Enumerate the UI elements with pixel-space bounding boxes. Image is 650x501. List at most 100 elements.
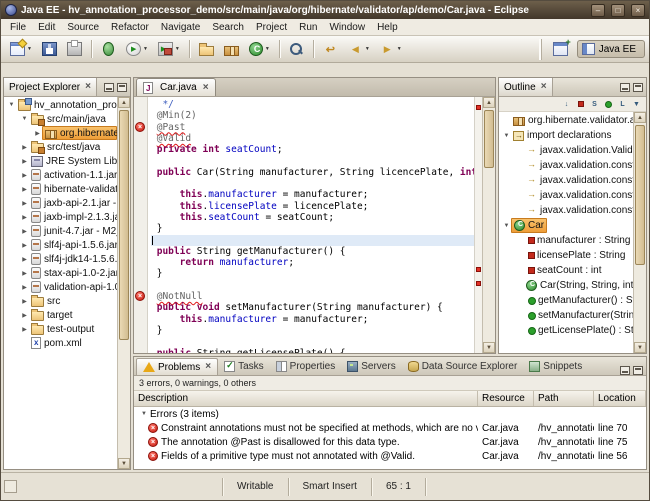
new-package-button[interactable] bbox=[220, 39, 243, 60]
outline-item[interactable]: manufacturer : String bbox=[499, 233, 633, 248]
scrollbar-thumb[interactable] bbox=[484, 110, 494, 168]
java-ee-perspective-button[interactable]: Java EE bbox=[577, 40, 645, 58]
print-button[interactable] bbox=[63, 39, 86, 60]
minimize-button[interactable]: – bbox=[591, 4, 605, 17]
menu-item-search[interactable]: Search bbox=[206, 21, 250, 34]
minimize-view-icon[interactable] bbox=[620, 366, 630, 375]
outline-item[interactable]: javax.validation.constr bbox=[499, 158, 633, 173]
problems-row[interactable]: ×The annotation @Past is disallowed for … bbox=[134, 435, 646, 449]
project-explorer-item[interactable]: ▶junit-4.7.jar - M2_REPO bbox=[4, 224, 117, 238]
menu-item-project[interactable]: Project bbox=[250, 21, 293, 34]
expander-icon[interactable]: ▼ bbox=[7, 102, 16, 108]
error-overview-mark[interactable] bbox=[476, 267, 481, 272]
close-view-icon[interactable] bbox=[85, 82, 91, 92]
code-line[interactable]: @Valid bbox=[151, 133, 474, 144]
menu-item-source[interactable]: Source bbox=[61, 21, 105, 34]
tab-properties[interactable]: Properties bbox=[270, 358, 342, 375]
hide-fields-button[interactable] bbox=[574, 98, 587, 110]
scroll-up-icon[interactable]: ▲ bbox=[483, 97, 495, 108]
tab-problems[interactable]: Problems bbox=[136, 358, 218, 375]
menu-item-refactor[interactable]: Refactor bbox=[105, 21, 155, 34]
run-button[interactable]: ▼ bbox=[122, 39, 152, 60]
close-view-icon[interactable] bbox=[205, 362, 211, 372]
code-line[interactable] bbox=[151, 336, 474, 347]
error-overview-mark[interactable] bbox=[476, 105, 481, 110]
close-view-icon[interactable] bbox=[541, 82, 547, 92]
project-explorer-item[interactable]: pom.xml bbox=[4, 336, 117, 350]
project-explorer-tab[interactable]: Project Explorer bbox=[4, 78, 97, 96]
code-line[interactable]: } bbox=[151, 223, 474, 234]
expander-icon[interactable]: ▶ bbox=[20, 242, 29, 249]
search-button[interactable] bbox=[285, 39, 308, 60]
code-line[interactable] bbox=[151, 155, 474, 166]
expander-icon[interactable]: ▶ bbox=[20, 298, 29, 305]
code-line[interactable] bbox=[151, 280, 474, 291]
maximize-view-icon[interactable] bbox=[633, 83, 643, 92]
expander-icon[interactable]: ▼ bbox=[138, 411, 150, 417]
project-explorer-item[interactable]: ▶target bbox=[4, 308, 117, 322]
outline-item[interactable]: ▼import declarations bbox=[499, 128, 633, 143]
titlebar[interactable]: Java EE - hv_annotation_processor_demo/s… bbox=[1, 1, 649, 19]
code-line[interactable]: @Past bbox=[151, 122, 474, 133]
code-line[interactable]: return manufacturer; bbox=[151, 257, 474, 268]
outline-item[interactable]: javax.validation.constr bbox=[499, 173, 633, 188]
project-explorer-item[interactable]: ▶src bbox=[4, 294, 117, 308]
hide-static-button[interactable]: S bbox=[588, 98, 601, 110]
expander-icon[interactable]: ▶ bbox=[33, 130, 42, 137]
close-button[interactable]: × bbox=[631, 4, 645, 17]
open-perspective-button[interactable] bbox=[549, 39, 572, 60]
code-line[interactable]: */ bbox=[151, 99, 474, 110]
outline-tab[interactable]: Outline bbox=[499, 78, 553, 96]
menu-item-edit[interactable]: Edit bbox=[32, 21, 61, 34]
scrollbar-thumb[interactable] bbox=[119, 110, 129, 340]
code-line[interactable] bbox=[151, 235, 474, 246]
expander-icon[interactable]: ▼ bbox=[502, 133, 511, 139]
outline-scrollbar[interactable]: ▲ ▼ bbox=[633, 112, 646, 353]
error-marker-icon[interactable]: × bbox=[135, 291, 145, 301]
expander-icon[interactable]: ▶ bbox=[20, 326, 29, 333]
menu-item-file[interactable]: File bbox=[4, 21, 32, 34]
close-tab-icon[interactable] bbox=[203, 83, 209, 93]
back-button[interactable]: ▼ bbox=[344, 39, 374, 60]
code-line[interactable]: public void setManufacturer(String manuf… bbox=[151, 302, 474, 313]
menu-item-window[interactable]: Window bbox=[323, 21, 371, 34]
new-wizard-button[interactable]: ▼ bbox=[6, 39, 36, 60]
expander-icon[interactable]: ▶ bbox=[20, 172, 29, 179]
tab-data-source-explorer[interactable]: Data Source Explorer bbox=[402, 358, 524, 375]
project-explorer-item[interactable]: ▶activation-1.1.jar - M bbox=[4, 168, 117, 182]
debug-button[interactable] bbox=[97, 39, 120, 60]
editor-tab-car-java[interactable]: Car.java bbox=[136, 78, 216, 96]
expander-icon[interactable]: ▶ bbox=[20, 158, 29, 165]
outline-item[interactable]: getLicensePlate() : St bbox=[499, 323, 633, 338]
project-explorer-item[interactable]: ▼hv_annotation_processo bbox=[4, 98, 117, 112]
error-overview-mark[interactable] bbox=[476, 281, 481, 286]
menu-item-help[interactable]: Help bbox=[371, 21, 404, 34]
expander-icon[interactable]: ▶ bbox=[20, 186, 29, 193]
code-line[interactable]: private int seatCount; bbox=[151, 144, 474, 155]
outline-item[interactable]: javax.validation.Valid bbox=[499, 143, 633, 158]
code-line[interactable]: public Car(String manufacturer, String l… bbox=[151, 167, 474, 178]
project-explorer-item[interactable]: ▶hibernate-validator-4.0 bbox=[4, 182, 117, 196]
project-explorer-item[interactable]: ▶jaxb-impl-2.1.3.jar - M bbox=[4, 210, 117, 224]
outline-item[interactable]: getManufacturer() : St bbox=[499, 293, 633, 308]
project-explorer-item[interactable]: ▶stax-api-1.0-2.jar - M2 bbox=[4, 266, 117, 280]
scrollbar-track[interactable] bbox=[634, 123, 646, 342]
code-line[interactable]: @NotNull bbox=[151, 291, 474, 302]
code-line[interactable]: public String getManufacturer() { bbox=[151, 246, 474, 257]
sort-button[interactable]: ↓ bbox=[560, 98, 573, 110]
scroll-down-icon[interactable]: ▼ bbox=[634, 342, 646, 353]
new-java-project-button[interactable] bbox=[195, 39, 218, 60]
outline-item[interactable]: licensePlate : String bbox=[499, 248, 633, 263]
expander-icon[interactable]: ▶ bbox=[20, 256, 29, 263]
code-line[interactable]: } bbox=[151, 268, 474, 279]
project-explorer-item[interactable]: ▶JRE System Library [ja bbox=[4, 154, 117, 168]
project-explorer-item[interactable]: ▶src/test/java bbox=[4, 140, 117, 154]
scrollbar-track[interactable] bbox=[483, 108, 495, 342]
scrollbar-track[interactable] bbox=[118, 108, 130, 458]
problems-group-row[interactable]: ▼Errors (3 items) bbox=[134, 407, 646, 421]
outline-item[interactable]: javax.validation.constr bbox=[499, 203, 633, 218]
code-line[interactable] bbox=[151, 178, 474, 189]
menu-item-run[interactable]: Run bbox=[293, 21, 323, 34]
outline-item[interactable]: org.hibernate.validator.ap bbox=[499, 113, 633, 128]
outline-item[interactable]: setManufacturer(Strin bbox=[499, 308, 633, 323]
